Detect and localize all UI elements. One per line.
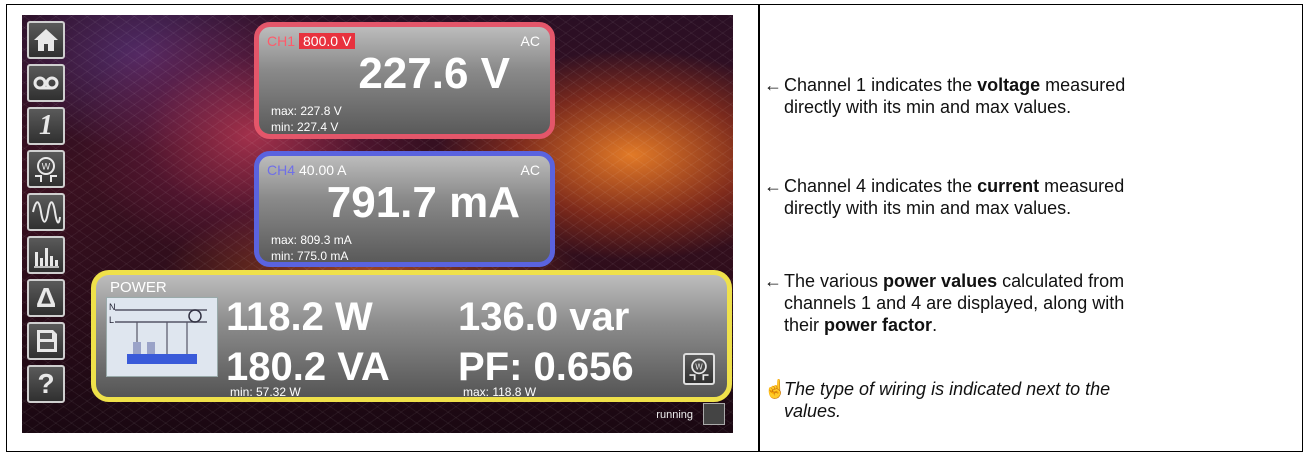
wiring-label-l: L: [109, 315, 115, 325]
note-channel-1: ← Channel 1 indicates the voltage measure…: [764, 74, 1284, 118]
note-2-text: Channel 4 indicates the: [784, 176, 978, 196]
recording-icon: [33, 76, 59, 90]
recording-button[interactable]: [27, 64, 65, 102]
harmonics-button[interactable]: [27, 236, 65, 274]
note-3-bold: power values: [883, 271, 998, 291]
note-2-bold: current: [977, 176, 1040, 196]
channel-4-value: 791.7 mA: [326, 178, 520, 227]
channel-1-max: max: 227.8 V: [271, 104, 342, 118]
channel-1-button[interactable]: 1: [27, 107, 65, 145]
channel-1-header: CH1 800.0 V: [267, 33, 356, 49]
note-3-line-3-end: .: [932, 315, 938, 335]
channel-4-panel[interactable]: CH4 40.00 A AC 791.7 mA max: 809.3 mA min…: [254, 151, 555, 267]
note-4-line-2: values.: [784, 401, 842, 421]
help-icon: ?: [37, 368, 55, 399]
channel-4-name: CH4: [267, 162, 296, 178]
delta-button[interactable]: Δ: [27, 279, 65, 317]
note-1-bold: voltage: [977, 75, 1041, 95]
help-button[interactable]: ?: [27, 365, 65, 403]
wiring-schematic-icon: [107, 298, 217, 376]
power-max: max: 118.8 W: [463, 385, 537, 399]
memory-card-button[interactable]: [27, 322, 65, 360]
note-2-line-2: directly with its min and max values.: [784, 198, 1072, 218]
svg-text:W: W: [695, 362, 703, 371]
wiring-type-icon: W: [689, 358, 709, 381]
channel-1-min: min: 227.4 V: [271, 120, 339, 134]
waveform-button[interactable]: [27, 193, 65, 231]
wiring-label-n: N: [109, 302, 116, 312]
channel-4-header: CH4 40.00 A: [267, 162, 347, 178]
channel-1-panel[interactable]: CH1 800.0 V AC 227.6 V max: 227.8 V min: …: [254, 22, 555, 139]
home-icon: [34, 29, 58, 51]
channel-1-range: 800.0 V: [299, 33, 356, 49]
note-3-line-2: channels 1 and 4 are displayed, along wi…: [784, 293, 1125, 313]
reactive-power-value: 136.0 var: [458, 295, 630, 339]
wiring-icon: W: [35, 157, 57, 182]
device-screen: 1 W Δ ? CH1 800.0 V AC 227.6 V max: 227.8…: [22, 15, 733, 433]
power-min: min: 57.32 W: [230, 385, 301, 399]
channel-1-name: CH1: [267, 33, 296, 49]
home-button[interactable]: [27, 21, 65, 59]
note-1-line-2: directly with its min and max values.: [784, 97, 1072, 117]
channel-1-icon: 1: [39, 110, 53, 141]
column-divider: [758, 5, 760, 451]
channel-1-value: 227.6 V: [358, 49, 510, 98]
note-1-text-end: measured: [1040, 75, 1126, 95]
note-3-text: The various: [784, 271, 884, 291]
note-channel-4: ← Channel 4 indicates the current measure…: [764, 175, 1284, 219]
arrow-left-icon: ←: [764, 75, 782, 95]
harmonics-icon: [34, 248, 59, 268]
channel-4-range: 40.00 A: [299, 162, 347, 178]
wiring-diagram: N L: [106, 297, 218, 377]
note-wiring: ☝The type of wiring is indicated next to…: [764, 378, 1284, 422]
note-3-line-3-bold: power factor: [824, 315, 933, 335]
toolbar: 1 W Δ ?: [27, 21, 69, 408]
note-3-line-3: their power factor.: [764, 314, 1284, 336]
apparent-power-value: 180.2 VA: [226, 345, 390, 389]
wiring-button[interactable]: W: [27, 150, 65, 188]
status-text: running: [656, 409, 693, 421]
memory-card-icon: [37, 330, 57, 352]
waveform-icon: [32, 201, 61, 224]
channel-1-mode: AC: [520, 33, 540, 49]
note-3-line-3-text: their: [784, 315, 825, 335]
arrow-left-icon: ←: [764, 271, 782, 291]
channel-4-max: max: 809.3 mA: [271, 233, 352, 247]
arrow-left-icon: ←: [764, 176, 782, 196]
note-2-text-end: measured: [1039, 176, 1125, 196]
hand-pointer-icon: ☝: [764, 379, 787, 399]
note-power: ← The various power values calculated fro…: [764, 270, 1284, 336]
channel-4-mode: AC: [520, 162, 540, 178]
power-title: POWER: [110, 279, 167, 296]
delta-icon: Δ: [35, 282, 57, 313]
active-power-value: 118.2 W: [226, 295, 373, 339]
channel-4-min: min: 775.0 mA: [271, 249, 349, 263]
wiring-type-button[interactable]: W: [683, 353, 715, 385]
note-3-text-end: calculated from: [997, 271, 1125, 291]
status-grid-icon[interactable]: [703, 403, 725, 425]
power-factor-value: PF: 0.656: [458, 345, 634, 389]
note-4-line-1: The type of wiring is indicated next to …: [784, 379, 1111, 399]
power-panel[interactable]: POWER N L 118.2 W 136.0 var 180.2 VA PF:…: [91, 270, 732, 402]
svg-text:W: W: [42, 163, 51, 173]
note-1-text: Channel 1 indicates the: [784, 75, 978, 95]
